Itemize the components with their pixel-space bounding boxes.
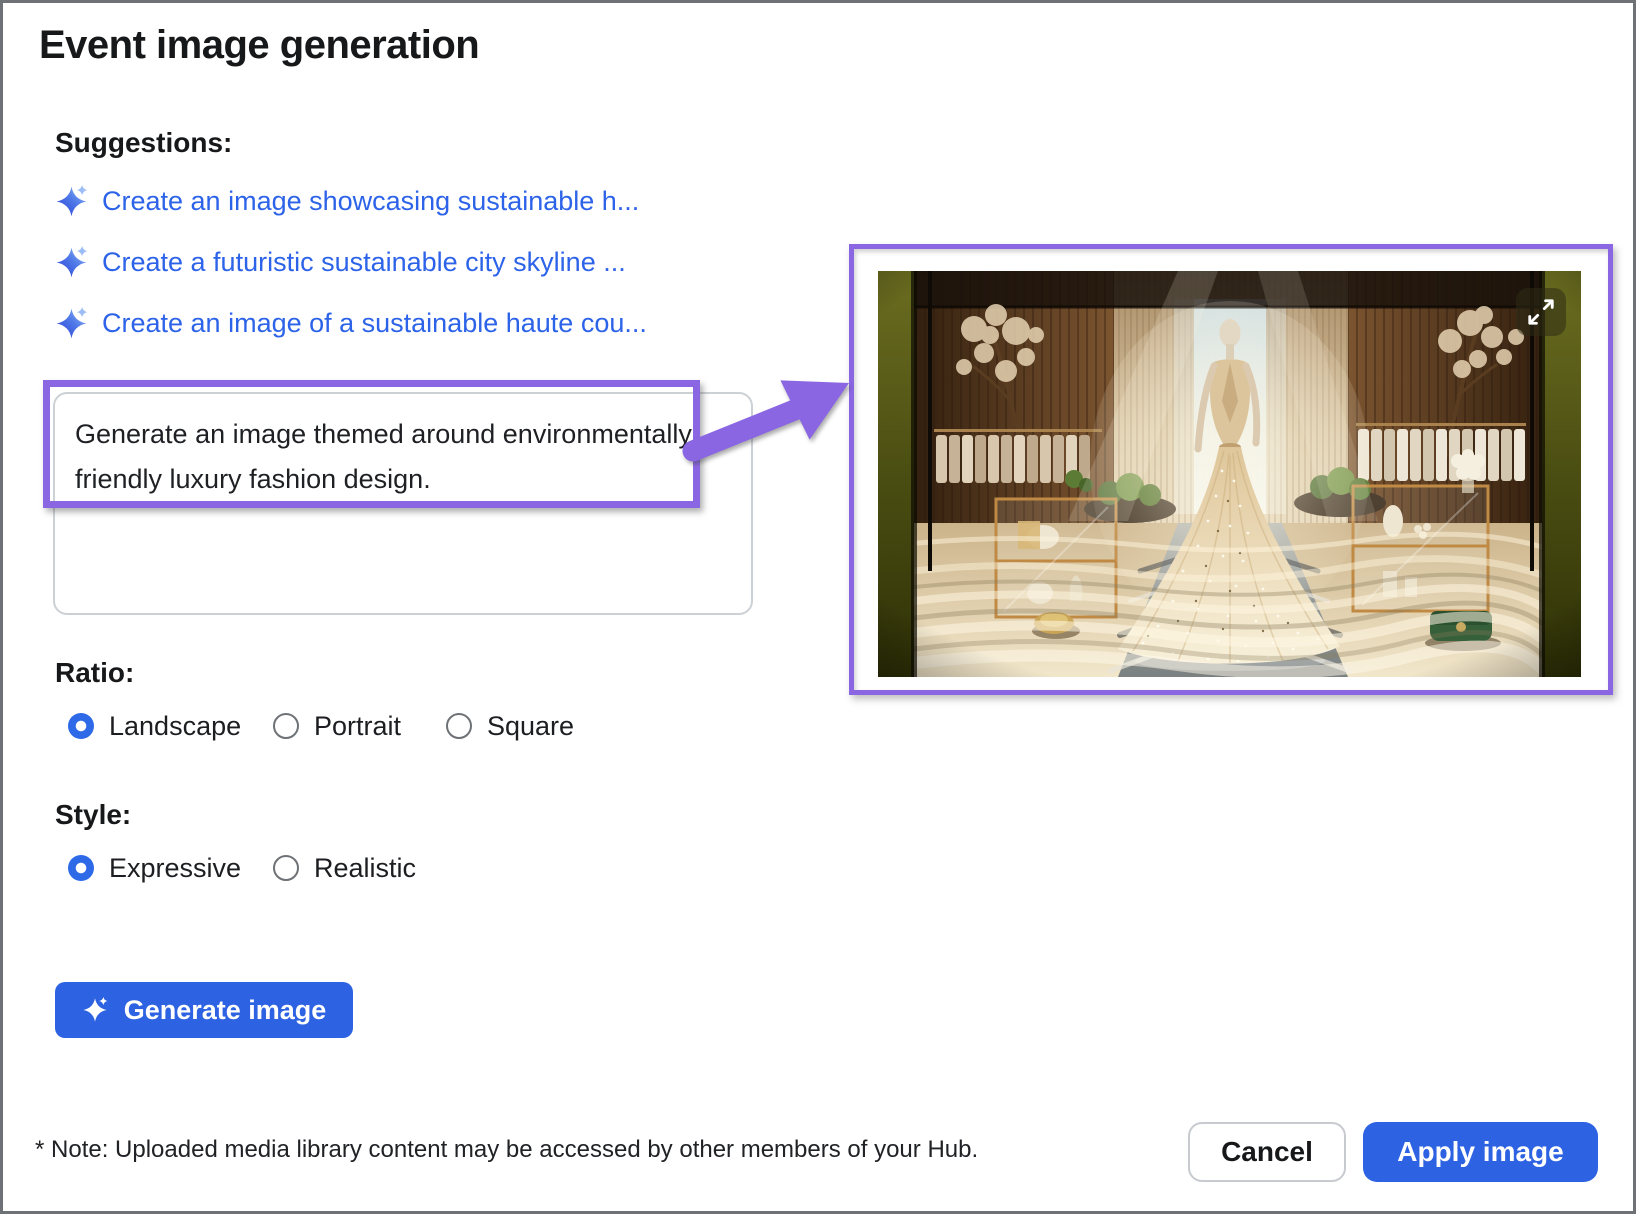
ratio-option-square[interactable]: Square <box>446 711 574 742</box>
sparkle-icon <box>55 185 88 218</box>
apply-image-button[interactable]: Apply image <box>1363 1122 1598 1182</box>
radio-icon <box>446 713 472 739</box>
footer-note: * Note: Uploaded media library content m… <box>35 1136 978 1164</box>
generate-image-label: Generate image <box>124 995 327 1026</box>
generate-image-button[interactable]: Generate image <box>55 982 353 1038</box>
radio-icon <box>68 855 94 881</box>
sparkle-icon <box>82 997 108 1023</box>
suggestion-link-3[interactable]: Create an image of a sustainable haute c… <box>55 305 647 341</box>
expand-arrows-icon <box>1521 292 1561 332</box>
style-label: Style: <box>55 799 131 831</box>
generated-image-preview <box>849 244 1613 695</box>
radio-icon <box>68 713 94 739</box>
boutique-scene <box>878 271 1581 677</box>
radio-icon <box>273 855 299 881</box>
event-image-generation-dialog: Event image generation Suggestions: Crea… <box>0 0 1636 1214</box>
ratio-label: Ratio: <box>55 657 134 689</box>
style-option-realistic[interactable]: Realistic <box>273 853 416 884</box>
page-title: Event image generation <box>39 23 479 68</box>
expand-image-button[interactable] <box>1516 288 1566 336</box>
sparkle-icon <box>55 307 88 340</box>
prompt-input[interactable]: Generate an image themed around environm… <box>53 392 753 615</box>
suggestion-link-2[interactable]: Create a futuristic sustainable city sky… <box>55 244 626 280</box>
suggestion-label: Create an image showcasing sustainable h… <box>102 186 639 217</box>
sparkle-icon <box>55 246 88 279</box>
cancel-button[interactable]: Cancel <box>1188 1122 1346 1182</box>
style-option-expressive[interactable]: Expressive <box>68 853 273 884</box>
suggestion-label: Create a futuristic sustainable city sky… <box>102 247 626 278</box>
ratio-option-landscape[interactable]: Landscape <box>68 711 273 742</box>
generated-image <box>878 271 1581 677</box>
radio-icon <box>273 713 299 739</box>
suggestion-link-1[interactable]: Create an image showcasing sustainable h… <box>55 183 639 219</box>
ratio-option-portrait[interactable]: Portrait <box>273 711 446 742</box>
suggestion-label: Create an image of a sustainable haute c… <box>102 308 647 339</box>
suggestions-label: Suggestions: <box>55 127 232 159</box>
